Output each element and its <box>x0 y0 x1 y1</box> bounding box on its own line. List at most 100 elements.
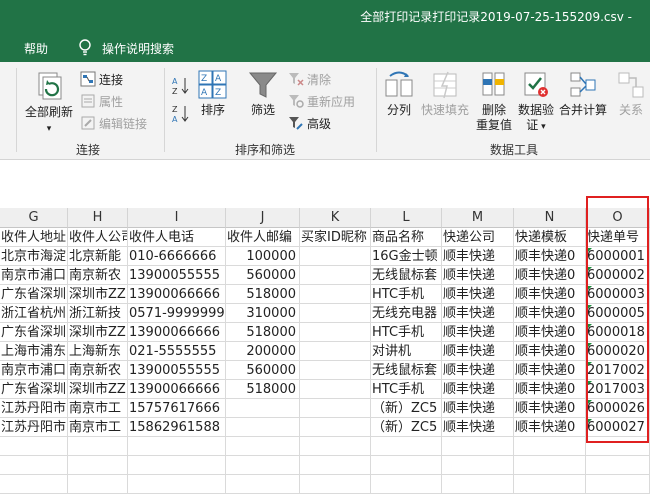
column-header-n[interactable]: N <box>514 208 586 228</box>
table-cell[interactable]: 021-5555555 <box>128 342 226 361</box>
table-cell[interactable]: 南京新农 <box>68 361 128 380</box>
table-cell[interactable] <box>226 418 300 437</box>
column-header-m[interactable]: M <box>442 208 514 228</box>
table-cell[interactable] <box>300 342 371 361</box>
table-cell[interactable] <box>300 399 371 418</box>
table-cell[interactable]: 浙江新技 <box>68 304 128 323</box>
table-cell[interactable]: 13900066666 <box>128 323 226 342</box>
table-cell[interactable]: 顺丰快递0 <box>514 361 586 380</box>
table-cell[interactable] <box>128 456 226 475</box>
remove-duplicates-button[interactable]: 删除 重复值 <box>474 70 514 133</box>
table-cell[interactable] <box>514 456 586 475</box>
table-cell[interactable]: 6000020 <box>586 342 650 361</box>
table-cell[interactable] <box>0 456 68 475</box>
table-cell[interactable]: 顺丰快递 <box>442 399 514 418</box>
header-cell[interactable]: 收件人公司 <box>68 228 128 247</box>
column-header-h[interactable]: H <box>68 208 128 228</box>
table-cell[interactable] <box>514 437 586 456</box>
table-cell[interactable] <box>300 437 371 456</box>
table-cell[interactable]: 无线充电器 <box>371 304 442 323</box>
table-cell[interactable] <box>300 304 371 323</box>
table-cell[interactable]: 深圳市ZZ <box>68 380 128 399</box>
table-cell[interactable]: 顺丰快递0 <box>514 304 586 323</box>
table-cell[interactable]: HTC手机 <box>371 380 442 399</box>
table-cell[interactable] <box>300 456 371 475</box>
table-cell[interactable] <box>300 266 371 285</box>
refresh-all-button[interactable]: 全部刷新 ▾ <box>24 70 74 137</box>
table-cell[interactable]: 南京市工 <box>68 399 128 418</box>
table-cell[interactable]: 顺丰快递 <box>442 361 514 380</box>
column-header-i[interactable]: I <box>128 208 226 228</box>
table-cell[interactable]: 南京市浦口 <box>0 361 68 380</box>
table-cell[interactable]: 顺丰快递0 <box>514 266 586 285</box>
sort-descending-icon[interactable]: Z A <box>172 104 190 124</box>
table-cell[interactable]: 对讲机 <box>371 342 442 361</box>
table-cell[interactable]: 15862961588 <box>128 418 226 437</box>
table-cell[interactable] <box>300 380 371 399</box>
filter-button[interactable]: 筛选 <box>246 70 280 118</box>
table-cell[interactable]: 上海市浦东 <box>0 342 68 361</box>
data-validation-button[interactable]: 数据验 证 ▾ <box>516 70 556 135</box>
table-cell[interactable]: 江苏丹阳市 <box>0 418 68 437</box>
table-cell[interactable]: 100000 <box>226 247 300 266</box>
table-cell[interactable]: 顺丰快递 <box>442 380 514 399</box>
table-cell[interactable] <box>300 323 371 342</box>
table-cell[interactable]: 518000 <box>226 323 300 342</box>
table-cell[interactable]: 200000 <box>226 342 300 361</box>
table-cell[interactable]: 6000003 <box>586 285 650 304</box>
header-cell[interactable]: 买家ID昵称 <box>300 228 371 247</box>
header-cell[interactable]: 快递公司 <box>442 228 514 247</box>
properties-button[interactable]: 属性 <box>80 92 123 110</box>
table-cell[interactable]: （新）ZC5 <box>371 418 442 437</box>
table-cell[interactable]: 6000018 <box>586 323 650 342</box>
table-cell[interactable]: 2017002 <box>586 361 650 380</box>
table-cell[interactable]: 南京市工 <box>68 418 128 437</box>
table-cell[interactable]: 560000 <box>226 361 300 380</box>
table-cell[interactable]: 010-6666666 <box>128 247 226 266</box>
table-cell[interactable]: 顺丰快递0 <box>514 247 586 266</box>
table-cell[interactable]: 0571-9999999 <box>128 304 226 323</box>
column-header-o[interactable]: O <box>586 208 650 228</box>
table-cell[interactable]: 16G金士顿 <box>371 247 442 266</box>
table-cell[interactable]: 顺丰快递 <box>442 266 514 285</box>
table-cell[interactable]: 13900066666 <box>128 285 226 304</box>
table-cell[interactable]: 顺丰快递0 <box>514 418 586 437</box>
tab-help[interactable]: 帮助 <box>24 40 48 57</box>
table-cell[interactable]: 南京市浦口 <box>0 266 68 285</box>
table-cell[interactable]: 北京新能 <box>68 247 128 266</box>
table-cell[interactable] <box>300 475 371 494</box>
table-cell[interactable] <box>68 456 128 475</box>
table-cell[interactable] <box>371 437 442 456</box>
table-cell[interactable]: 518000 <box>226 380 300 399</box>
header-cell[interactable]: 收件人邮编 <box>226 228 300 247</box>
table-cell[interactable]: 上海新东 <box>68 342 128 361</box>
table-cell[interactable]: 南京新农 <box>68 266 128 285</box>
table-cell[interactable]: 2017003 <box>586 380 650 399</box>
tell-me-search[interactable]: 操作说明搜索 <box>102 40 174 57</box>
table-cell[interactable]: 广东省深圳 <box>0 323 68 342</box>
table-cell[interactable]: HTC手机 <box>371 323 442 342</box>
table-cell[interactable]: 6000002 <box>586 266 650 285</box>
header-cell[interactable]: 商品名称 <box>371 228 442 247</box>
table-cell[interactable]: 6000027 <box>586 418 650 437</box>
header-cell[interactable]: 快递单号 <box>586 228 650 247</box>
table-cell[interactable]: 无线鼠标套 <box>371 266 442 285</box>
table-cell[interactable] <box>128 437 226 456</box>
table-cell[interactable] <box>226 437 300 456</box>
flash-fill-button[interactable]: 快速填充 <box>420 70 470 118</box>
table-cell[interactable]: 无线鼠标套 <box>371 361 442 380</box>
table-cell[interactable] <box>128 475 226 494</box>
column-header-g[interactable]: G <box>0 208 68 228</box>
header-cell[interactable]: 收件人地址 <box>0 228 68 247</box>
table-cell[interactable]: 顺丰快递0 <box>514 399 586 418</box>
table-cell[interactable] <box>586 456 650 475</box>
table-cell[interactable] <box>371 475 442 494</box>
table-cell[interactable]: 13900055555 <box>128 266 226 285</box>
table-cell[interactable]: 深圳市ZZ <box>68 285 128 304</box>
table-cell[interactable]: 15757617666 <box>128 399 226 418</box>
table-cell[interactable]: 310000 <box>226 304 300 323</box>
column-header-k[interactable]: K <box>300 208 371 228</box>
table-cell[interactable]: 顺丰快递0 <box>514 323 586 342</box>
table-cell[interactable] <box>442 437 514 456</box>
table-cell[interactable]: 顺丰快递 <box>442 247 514 266</box>
